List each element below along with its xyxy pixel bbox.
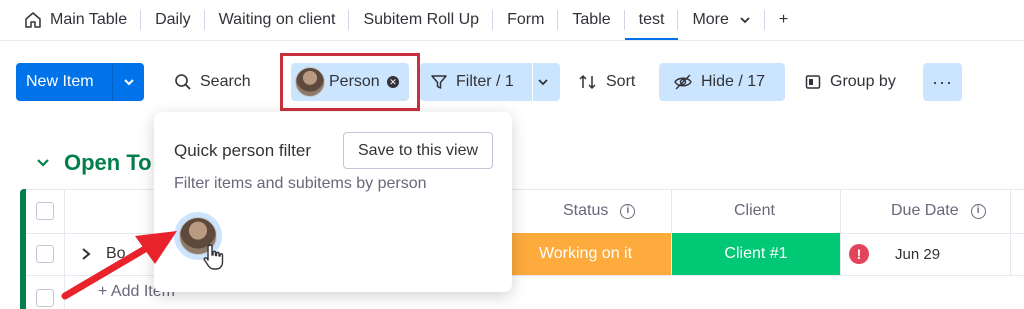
- tab-label: Waiting on client: [218, 11, 336, 28]
- popover-subtitle: Filter items and subitems by person: [174, 175, 427, 192]
- tab-label: Table: [572, 11, 611, 28]
- filter-icon: [431, 75, 447, 89]
- save-to-view-button[interactable]: Save to this view: [343, 132, 493, 169]
- more-actions-button[interactable]: ···: [923, 63, 962, 101]
- eye-off-icon: [674, 74, 692, 90]
- tab-label: test: [638, 11, 665, 28]
- hide-columns-button[interactable]: Hide / 17: [659, 63, 785, 101]
- tab-label: Subitem Roll Up: [363, 11, 480, 28]
- chevron-down-icon: [123, 79, 134, 86]
- tab-main-table[interactable]: Main Table: [24, 0, 142, 40]
- new-item-dropdown[interactable]: [113, 76, 144, 88]
- new-item-button[interactable]: New Item: [16, 63, 144, 101]
- select-all-checkbox[interactable]: [36, 202, 54, 220]
- new-item-label: New Item: [26, 73, 94, 90]
- client-cell[interactable]: Client #1: [672, 233, 840, 275]
- tabs-divider: [0, 40, 1024, 41]
- sort-label: Sort: [606, 73, 636, 90]
- chevron-down-icon: [740, 17, 750, 24]
- tab-label: More: [692, 11, 729, 28]
- tab-more[interactable]: More: [678, 0, 765, 40]
- tab-label: Main Table: [50, 11, 128, 28]
- alert-icon: !: [849, 244, 869, 264]
- tab-label: Form: [507, 11, 545, 28]
- person-filter-highlight: Person ✕: [280, 53, 420, 111]
- chevron-down-icon: [37, 159, 49, 167]
- chevron-down-icon: [537, 79, 548, 86]
- person-filter-button[interactable]: Person ✕: [291, 63, 409, 101]
- person-label: Person: [329, 73, 380, 90]
- tab-form[interactable]: Form: [493, 0, 559, 40]
- tab-daily[interactable]: Daily: [141, 0, 205, 40]
- search-label: Search: [200, 73, 251, 90]
- column-header-client[interactable]: Client: [734, 189, 775, 233]
- clear-person-icon[interactable]: ✕: [387, 76, 399, 88]
- popover-title: Quick person filter: [174, 141, 311, 160]
- client-label: Client #1: [724, 245, 788, 262]
- column-title: Status: [563, 202, 609, 219]
- home-icon: [25, 12, 41, 28]
- filter-dropdown[interactable]: [533, 76, 560, 88]
- column-title: Due Date: [891, 202, 959, 219]
- group-by-button[interactable]: Group by: [804, 63, 896, 101]
- info-icon[interactable]: i: [620, 203, 636, 219]
- group-header[interactable]: Open To: [36, 150, 152, 176]
- group-color-bar: [20, 189, 26, 309]
- filter-label: Filter / 1: [456, 73, 514, 90]
- column-header-due-date[interactable]: Due Date i: [891, 189, 986, 233]
- tab-test[interactable]: test: [624, 0, 679, 40]
- quick-person-filter-popover: Quick person filter Save to this view Fi…: [154, 112, 512, 292]
- status-cell[interactable]: Working on it: [500, 233, 671, 275]
- status-label: Working on it: [538, 245, 633, 262]
- sort-icon: [579, 74, 596, 90]
- hand-cursor-icon: [203, 244, 224, 270]
- due-date-cell[interactable]: ! Jun 29: [840, 233, 1020, 275]
- save-to-view-label: Save to this view: [357, 141, 479, 159]
- group-by-icon: [805, 75, 821, 89]
- sort-button[interactable]: Sort: [578, 63, 635, 101]
- tab-label: +: [778, 11, 789, 28]
- group-title: Open To: [64, 150, 152, 175]
- filter-button[interactable]: Filter / 1: [420, 63, 560, 101]
- tab-waiting-on-client[interactable]: Waiting on client: [205, 0, 350, 40]
- column-title: Client: [734, 202, 775, 219]
- info-icon[interactable]: i: [970, 203, 986, 219]
- search-button[interactable]: Search: [174, 63, 251, 101]
- tab-label: Daily: [155, 11, 191, 28]
- hide-label: Hide / 17: [701, 73, 766, 90]
- column-header-status[interactable]: Status i: [563, 189, 636, 233]
- search-icon: [175, 74, 191, 90]
- due-date-value: Jun 29: [895, 245, 941, 263]
- group-by-label: Group by: [830, 73, 896, 90]
- tab-subitem-roll-up[interactable]: Subitem Roll Up: [349, 0, 494, 40]
- avatar: [295, 67, 325, 97]
- add-item-checkbox[interactable]: [36, 289, 54, 307]
- view-tabs: Main Table Daily Waiting on client Subit…: [0, 0, 1024, 40]
- board-toolbar: New Item Search Person ✕ Filter / 1 Sort…: [16, 53, 1016, 111]
- tab-table[interactable]: Table: [558, 0, 625, 40]
- more-actions-icon: ···: [932, 71, 953, 92]
- row-checkbox[interactable]: [36, 245, 54, 263]
- red-arrow-annotation: [61, 231, 177, 300]
- add-view-button[interactable]: +: [765, 0, 802, 40]
